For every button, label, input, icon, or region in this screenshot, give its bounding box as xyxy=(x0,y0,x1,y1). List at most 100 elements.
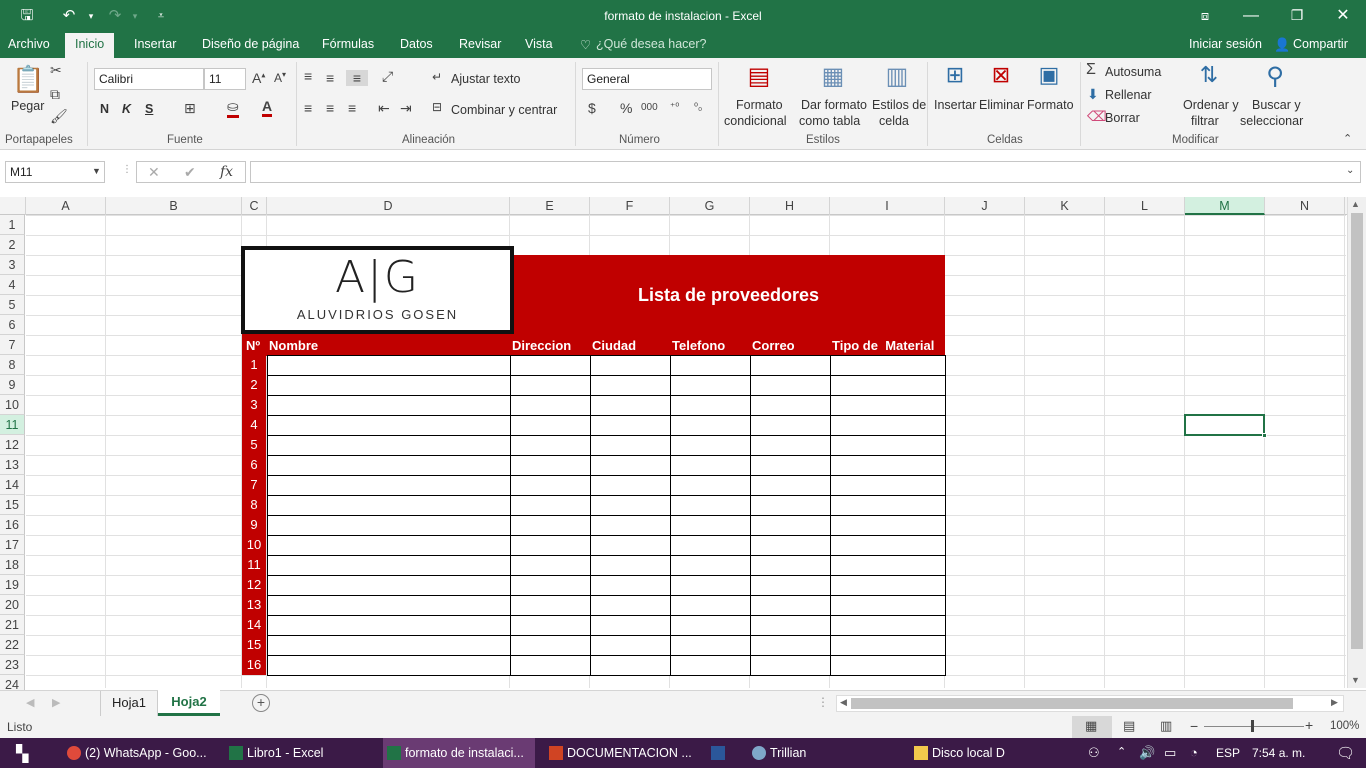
currency-icon[interactable]: $ xyxy=(588,100,596,116)
next-sheet-icon[interactable]: ▶ xyxy=(52,696,60,709)
table-cell[interactable] xyxy=(510,475,591,496)
table-cell[interactable] xyxy=(510,655,591,676)
table-cell[interactable] xyxy=(670,435,751,456)
delete-cells-button[interactable]: Eliminar xyxy=(979,98,1024,112)
format-table-line1[interactable]: Dar formato xyxy=(801,98,867,112)
bold-button[interactable]: N xyxy=(100,102,109,116)
decrease-indent-icon[interactable]: ⇤ xyxy=(378,100,390,117)
format-table-line2[interactable]: como tabla xyxy=(799,114,860,128)
table-cell[interactable] xyxy=(267,455,511,476)
table-cell[interactable] xyxy=(590,355,671,376)
notifications-icon[interactable]: 🗨 xyxy=(1336,744,1355,762)
table-cell[interactable] xyxy=(590,515,671,536)
taskbar-trillian[interactable]: Trillian xyxy=(748,738,898,768)
table-cell[interactable] xyxy=(267,415,511,436)
table-cell[interactable] xyxy=(267,535,511,556)
ribbon-display-icon[interactable]: ⧈ xyxy=(1182,0,1228,31)
table-cell[interactable] xyxy=(830,635,946,656)
table-cell[interactable] xyxy=(750,395,831,416)
table-cell[interactable] xyxy=(670,555,751,576)
table-cell[interactable] xyxy=(510,415,591,436)
normal-view-icon[interactable]: ▦ xyxy=(1085,718,1097,734)
table-cell[interactable] xyxy=(750,375,831,396)
table-cell[interactable] xyxy=(510,515,591,536)
table-cell[interactable] xyxy=(267,655,511,676)
sort-filter-line1[interactable]: Ordenar y xyxy=(1183,98,1239,112)
table-cell[interactable] xyxy=(830,435,946,456)
scroll-down-icon[interactable]: ▼ xyxy=(1351,675,1360,685)
table-cell[interactable] xyxy=(750,615,831,636)
table-cell[interactable] xyxy=(750,515,831,536)
enter-icon[interactable]: ✔ xyxy=(184,164,196,181)
table-cell[interactable] xyxy=(830,595,946,616)
formula-input[interactable] xyxy=(250,161,1361,183)
number-format-select[interactable]: General xyxy=(582,68,712,90)
merge-center-button[interactable]: Combinar y centrar xyxy=(451,103,557,117)
font-name-select[interactable]: Calibri xyxy=(94,68,204,90)
shrink-font-icon[interactable]: A▾ xyxy=(274,70,286,85)
row-header-2[interactable]: 2 xyxy=(0,235,25,255)
tab-formulas[interactable]: Fórmulas xyxy=(322,37,374,51)
scroll-up-icon[interactable]: ▲ xyxy=(1351,199,1360,209)
table-cell[interactable] xyxy=(590,535,671,556)
name-box-dropdown-icon[interactable]: ▼ xyxy=(92,166,101,176)
align-left-icon[interactable]: ≡ xyxy=(304,100,312,116)
row-header-15[interactable]: 15 xyxy=(0,495,25,515)
table-cell[interactable] xyxy=(830,415,946,436)
vertical-scroll-thumb[interactable] xyxy=(1351,213,1363,649)
expand-formula-icon[interactable]: ⌄ xyxy=(1346,165,1354,176)
conditional-format-line1[interactable]: Formato xyxy=(736,98,783,112)
row-header-9[interactable]: 9 xyxy=(0,375,25,395)
insert-function-icon[interactable]: fx xyxy=(220,164,233,180)
table-cell[interactable] xyxy=(267,575,511,596)
restore-button[interactable]: ❐ xyxy=(1274,0,1320,31)
borders-icon[interactable]: ⊞ xyxy=(184,100,196,117)
col-header-c[interactable]: C xyxy=(242,197,267,215)
table-cell[interactable] xyxy=(670,375,751,396)
row-header-19[interactable]: 19 xyxy=(0,575,25,595)
table-cell[interactable] xyxy=(670,495,751,516)
table-cell[interactable] xyxy=(830,455,946,476)
table-cell[interactable] xyxy=(670,395,751,416)
tab-inicio[interactable]: Inicio xyxy=(65,33,115,58)
company-logo[interactable]: A|G ALUVIDRIOS GOSEN xyxy=(241,246,514,334)
fill-button[interactable]: Rellenar xyxy=(1105,88,1152,102)
cancel-icon[interactable]: ✕ xyxy=(148,164,160,181)
table-cell[interactable] xyxy=(510,635,591,656)
zoom-in-icon[interactable]: + xyxy=(1305,717,1313,733)
col-header-l[interactable]: L xyxy=(1105,197,1185,215)
horizontal-scrollbar[interactable]: ◀ ▶ xyxy=(836,695,1344,712)
table-cell[interactable] xyxy=(510,495,591,516)
col-header-i[interactable]: I xyxy=(830,197,945,215)
row-header-21[interactable]: 21 xyxy=(0,615,25,635)
table-cell[interactable] xyxy=(267,615,511,636)
font-color-icon[interactable]: A xyxy=(262,98,273,117)
tab-archivo[interactable]: Archivo xyxy=(8,37,50,51)
merge-center-icon[interactable]: ⊟ xyxy=(432,100,442,114)
row-header-14[interactable]: 14 xyxy=(0,475,25,495)
spreadsheet-grid[interactable]: Lista de proveedores A|G ALUVIDRIOS GOSE… xyxy=(26,215,1346,688)
page-break-icon[interactable]: ▥ xyxy=(1160,718,1172,734)
table-cell[interactable] xyxy=(590,375,671,396)
tab-revisar[interactable]: Revisar xyxy=(459,37,501,51)
table-cell[interactable] xyxy=(267,515,511,536)
orientation-icon[interactable]: ⤢ xyxy=(382,68,393,85)
row-header-8[interactable]: 8 xyxy=(0,355,25,375)
paste-button[interactable]: Pegar xyxy=(11,99,44,113)
table-cell[interactable] xyxy=(830,535,946,556)
table-cell[interactable] xyxy=(750,655,831,676)
row-header-20[interactable]: 20 xyxy=(0,595,25,615)
percent-icon[interactable]: % xyxy=(620,100,632,116)
cut-icon[interactable]: ✂ xyxy=(50,62,62,79)
sort-filter-icon[interactable]: ⇅ xyxy=(1194,62,1224,94)
table-cell[interactable] xyxy=(750,355,831,376)
new-sheet-icon[interactable]: + xyxy=(252,694,270,712)
table-cell[interactable] xyxy=(750,635,831,656)
table-cell[interactable] xyxy=(590,435,671,456)
cell-styles-line1[interactable]: Estilos de xyxy=(872,98,926,112)
table-cell[interactable] xyxy=(750,415,831,436)
table-cell[interactable] xyxy=(510,535,591,556)
row-header-18[interactable]: 18 xyxy=(0,555,25,575)
page-layout-icon[interactable]: ▤ xyxy=(1123,718,1135,734)
table-cell[interactable] xyxy=(267,435,511,456)
